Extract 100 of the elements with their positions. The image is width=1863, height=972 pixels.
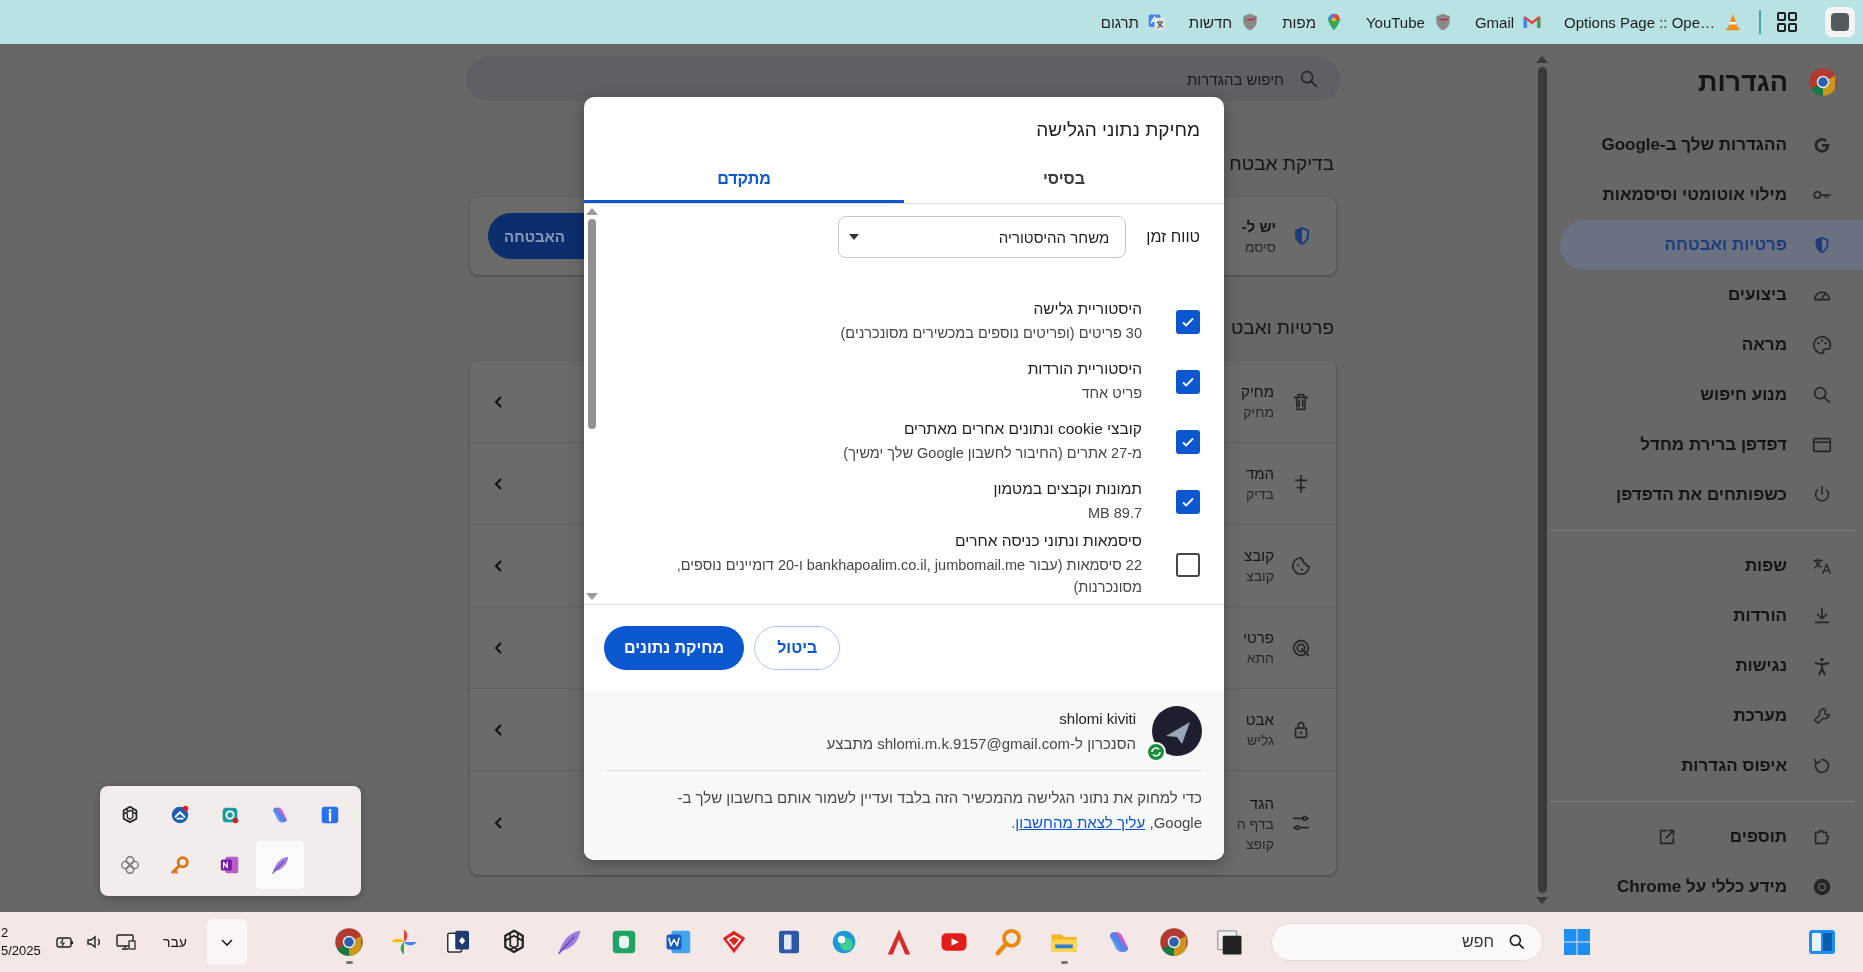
sidebar-item[interactable]: מילוי אוטומטי וסיסמאות [1550, 170, 1863, 220]
section-heading: בדיקת אבטח [1229, 153, 1335, 175]
browser-logo-icon [1811, 876, 1833, 898]
sidebar-item[interactable]: כשפותחים את הדפדפן [1550, 470, 1863, 520]
row-title: קובצ [1244, 547, 1274, 564]
profile-button[interactable] [1825, 7, 1855, 37]
option-label: היסטוריית הורדות [1027, 360, 1142, 378]
option-detail: מ-27 אתרים (החיבור לחשבון Google שלך ימשיך) [843, 444, 1142, 463]
search-field[interactable]: חיפוש בהגדרות [466, 57, 1340, 101]
search-icon [1298, 68, 1320, 90]
row-title: מחיק [1241, 383, 1274, 400]
feather-icon [269, 854, 291, 876]
row-subtitle: התא [1246, 650, 1274, 666]
row-subtitle: קופצ [1245, 835, 1274, 852]
checkbox[interactable] [1176, 430, 1200, 454]
sidebar-item[interactable]: ביצועים [1550, 270, 1863, 320]
sidebar-item[interactable]: תוספים [1550, 812, 1863, 862]
search-icon [1811, 384, 1833, 406]
sidebar-item[interactable]: מערכת [1550, 691, 1863, 741]
bookmark-link[interactable]: חדשות [1188, 12, 1261, 32]
option-detail: MB 89.7 [1087, 504, 1142, 523]
arrows-icon [169, 804, 191, 826]
sidebar-item[interactable]: ההגדרות שלך ב-Google [1550, 120, 1863, 170]
language-indicator[interactable]: עבר [163, 934, 187, 950]
clock-time: 2 [1, 924, 9, 942]
wrench-icon [1811, 705, 1833, 727]
option-detail: פריט אחד [1080, 384, 1142, 403]
caret-icon [849, 234, 860, 240]
safety-title: יש ל- [1241, 217, 1276, 235]
option-label: קובצי cookie ונתונים אחרים מאתרים [902, 420, 1142, 438]
browser-logo-icon [334, 927, 364, 957]
section-heading: פרטיות ואבט [1230, 317, 1335, 339]
sidebar-item[interactable]: שפות [1550, 541, 1863, 591]
row-title: הגד [1249, 794, 1274, 812]
info-icon [319, 804, 341, 826]
sidebar-item[interactable]: מנוע חיפוש [1550, 370, 1863, 420]
magnifier-icon [994, 927, 1024, 957]
row-subtitle: בדף ה [1236, 815, 1274, 832]
option-label: היסטוריית גלישה [1032, 300, 1142, 318]
option-label: תמונות וקבצים במטמון [993, 480, 1142, 498]
checkbox[interactable] [1176, 553, 1200, 577]
clear-data-button[interactable]: מחיקת נתונים [604, 626, 745, 670]
account-name: shlomi kiviti [1058, 710, 1136, 727]
sidebar-item[interactable]: מראה [1550, 320, 1863, 370]
row-subtitle: מחיק [1243, 404, 1274, 420]
row-title: אבט [1245, 711, 1274, 728]
dialog-title: מחיקת נתוני הגלישה [1035, 118, 1201, 142]
row-title: פרטי [1243, 629, 1274, 646]
avatar [1152, 706, 1202, 756]
sign-out-link[interactable]: עליך לצאת מהחשבון [1015, 814, 1146, 831]
bookmark-link[interactable]: Options Page :: Ope… [1564, 12, 1743, 32]
row-subtitle: גליש [1247, 732, 1274, 748]
row-subtitle: קובצ [1246, 568, 1274, 584]
time-range-dropdown[interactable]: משחר ההיסטוריה [838, 216, 1127, 258]
tab[interactable]: מתקדם [584, 158, 904, 203]
time-range-label: טווח זמן [1146, 228, 1200, 246]
cookie-icon [1290, 554, 1312, 577]
safety-subtitle: סיסמ [1244, 238, 1276, 255]
sync-status: הסנכרון ל-shlomi.m.k.9157@gmail.com מתבצע [826, 735, 1136, 752]
checkbox[interactable] [1176, 490, 1200, 514]
sidebar-item[interactable]: איפוס הגדרות [1550, 741, 1863, 791]
bookmark-link[interactable]: Gmail [1474, 12, 1543, 32]
taskbar-search-field[interactable]: חפש [1271, 923, 1543, 961]
widgets-icon[interactable] [1807, 927, 1837, 957]
sidebar-item[interactable]: מידע כללי על Chrome [1550, 862, 1863, 912]
sync-icon [1146, 742, 1166, 762]
sidebar-item[interactable]: הורדות [1550, 591, 1863, 641]
checkbox[interactable] [1176, 310, 1200, 334]
flower-icon [119, 854, 141, 876]
sidebar-item[interactable]: פרטיות ואבטחה [1560, 220, 1863, 270]
sign-out-note: כדי למחוק את נתוני הגלישה מהמכשיר הזה בלבד ועדיין לשמור אותם בחשבון שלך ב-Google, עליך לצאת מהחשבון. [676, 788, 1202, 833]
cancel-button[interactable]: ביטול [754, 626, 841, 670]
cone-icon [1723, 12, 1743, 32]
clock-date: 5/2025 [1, 942, 41, 960]
search-icon [1507, 932, 1527, 952]
bookmark-link[interactable]: YouTube [1365, 12, 1453, 32]
settings-title: הגדרות [1698, 66, 1788, 98]
row-subtitle: בדיק [1245, 486, 1274, 502]
option-label: סיסמאות ונתוני כניסה אחרים [954, 532, 1142, 550]
option-detail: 30 פריטים (ופריטים נוספים במכשירים מסונכרנים) [840, 324, 1142, 343]
apps-grid-icon[interactable] [1777, 12, 1797, 32]
option-detail: 22 סיסמאות (עבור bankhapoalim.co.il, jumbomail.me ו-20 דומיינים נוספים, מסונכרנות) [675, 556, 1142, 597]
sidebar-item[interactable]: דפדפן ברירת מחדל [1550, 420, 1863, 470]
palette-icon [1811, 334, 1833, 356]
key-icon [169, 854, 191, 876]
pinwheel-icon [389, 927, 419, 957]
windows-logo-icon[interactable] [1563, 928, 1591, 956]
bookmark-link[interactable]: מפות [1282, 12, 1344, 32]
monitor-icon[interactable] [115, 932, 137, 952]
app-tile-icon [219, 854, 241, 876]
translate-icon [1811, 555, 1833, 577]
row-title: המד [1245, 465, 1274, 482]
browser-logo-icon [1159, 927, 1189, 957]
window-stack-icon [1214, 927, 1244, 957]
translate-icon [1146, 12, 1167, 32]
tab[interactable]: בסיסי [904, 158, 1224, 203]
sidebar-item[interactable]: נגישות [1550, 641, 1863, 691]
browser-logo-icon [1808, 67, 1838, 97]
checkbox[interactable] [1176, 370, 1200, 394]
bookmark-link[interactable]: תרגום [1100, 12, 1167, 32]
